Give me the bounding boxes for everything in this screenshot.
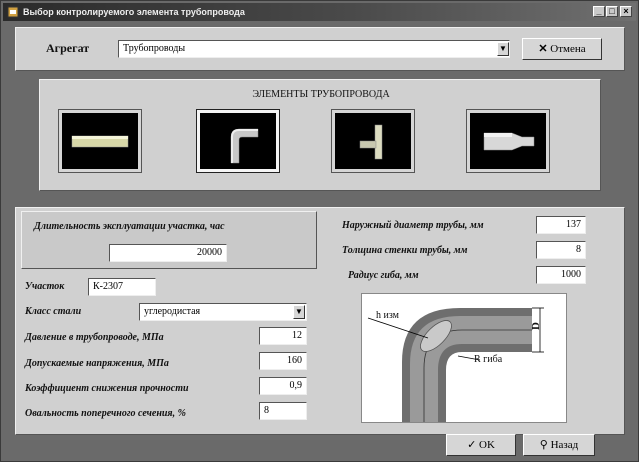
steel-label: Класс стали xyxy=(25,306,82,317)
agregat-label: Агрегат xyxy=(46,41,90,55)
thickness-input[interactable]: 8 xyxy=(536,241,586,259)
title-bar[interactable]: Выбор контролируемого элемента трубопров… xyxy=(3,3,636,21)
maximize-button[interactable]: □ xyxy=(606,6,618,17)
dialog-window: Выбор контролируемого элемента трубопров… xyxy=(0,0,639,462)
reducer-tile[interactable] xyxy=(466,109,550,173)
h-label: h изм xyxy=(376,310,399,321)
tee-tile[interactable] xyxy=(331,109,415,173)
elements-title: ЭЛЕМЕНТЫ ТРУБОПРОВОДА xyxy=(252,89,390,100)
agregat-panel: Агрегат Трубопроводы ▼ ✕ Отмена xyxy=(15,27,625,71)
close-icon: ✕ xyxy=(538,43,548,55)
cancel-label: Отмена xyxy=(550,43,586,55)
ok-button[interactable]: ✓ OK xyxy=(446,434,516,456)
agregat-select[interactable]: Трубопроводы xyxy=(118,40,510,58)
section-input[interactable]: К-2307 xyxy=(88,278,156,296)
tee-icon xyxy=(359,124,383,160)
stress-input[interactable]: 160 xyxy=(259,352,307,370)
diameter-input[interactable]: 137 xyxy=(536,216,586,234)
window-title: Выбор контролируемого элемента трубопров… xyxy=(23,7,245,17)
close-button[interactable]: × xyxy=(620,6,632,17)
duration-panel: Длительность эксплуатации участка, час 2… xyxy=(21,211,317,269)
check-icon: ✓ xyxy=(467,439,477,451)
app-icon xyxy=(7,6,19,18)
chevron-down-icon[interactable]: ▼ xyxy=(497,42,509,56)
duration-input[interactable]: 20000 xyxy=(109,244,227,262)
thickness-label: Толщина стенки трубы, мм xyxy=(342,245,468,256)
strength-label: Коэффициент снижения прочности xyxy=(25,383,189,394)
ovality-input[interactable]: 8 xyxy=(259,402,307,420)
back-label: Назад xyxy=(550,439,579,451)
r-label: R гиба xyxy=(474,354,503,365)
ovality-label: Овальность поперечного сечения, % xyxy=(25,408,186,419)
cancel-button[interactable]: ✕ Отмена xyxy=(522,38,602,60)
duration-label: Длительность эксплуатации участка, час xyxy=(34,221,225,232)
strength-input[interactable]: 0,9 xyxy=(259,377,307,395)
ok-label: OK xyxy=(479,439,495,451)
steel-select[interactable]: углеродистая xyxy=(139,303,307,321)
reducer-icon xyxy=(483,132,535,151)
pressure-label: Давление в трубопроводе, МПа xyxy=(25,332,164,343)
elbow-icon xyxy=(230,128,259,164)
chevron-down-icon[interactable]: ▼ xyxy=(293,305,305,319)
radius-label: Радиус гиба, мм xyxy=(348,270,419,281)
straight-pipe-tile[interactable] xyxy=(58,109,142,173)
elbow-diagram: h изм D R гиба xyxy=(361,293,567,423)
minimize-button[interactable]: _ xyxy=(593,6,605,17)
straight-pipe-icon xyxy=(71,135,129,148)
stress-label: Допускаемые напряжения, МПа xyxy=(25,358,169,369)
d-label: D xyxy=(529,322,542,330)
back-icon: ⚲ xyxy=(539,439,548,451)
pressure-input[interactable]: 12 xyxy=(259,327,307,345)
back-button[interactable]: ⚲ Назад xyxy=(523,434,595,456)
elbow-tile[interactable] xyxy=(196,109,280,173)
diameter-label: Наружный диаметр трубы, мм xyxy=(342,220,484,231)
radius-input[interactable]: 1000 xyxy=(536,266,586,284)
section-label: Участок xyxy=(25,281,65,292)
